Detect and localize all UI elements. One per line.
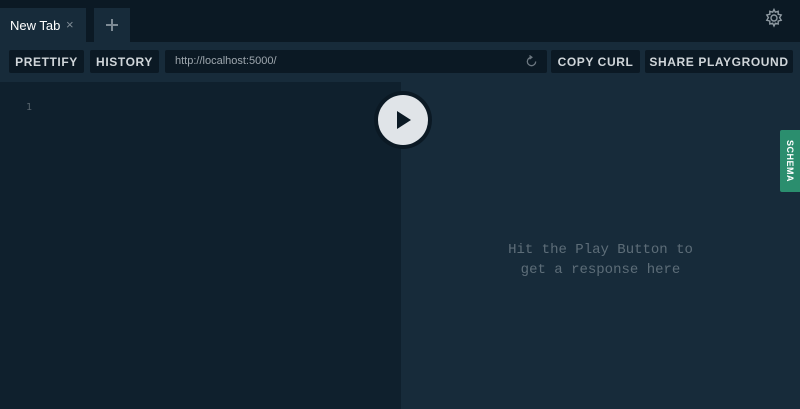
schema-tab[interactable]: SCHEMA xyxy=(780,130,800,192)
tab-new-tab[interactable]: New Tab × xyxy=(0,8,86,42)
play-button-face xyxy=(378,95,428,145)
add-tab-button[interactable] xyxy=(94,8,130,42)
share-playground-button[interactable]: SHARE PLAYGROUND xyxy=(645,50,793,73)
tab-bar: New Tab × xyxy=(0,0,800,42)
reload-icon[interactable] xyxy=(525,55,538,68)
play-icon xyxy=(397,111,411,129)
copy-curl-button[interactable]: COPY CURL xyxy=(551,50,640,73)
schema-tab-label: SCHEMA xyxy=(785,139,795,182)
settings-button[interactable] xyxy=(764,7,784,28)
url-value: http://localhost:5000/ xyxy=(175,55,277,67)
line-number: 1 xyxy=(26,102,33,113)
result-placeholder-line-2: get a response here xyxy=(520,262,681,278)
prettify-button[interactable]: PRETTIFY xyxy=(9,50,84,73)
url-input[interactable]: http://localhost:5000/ xyxy=(165,50,547,73)
history-button[interactable]: HISTORY xyxy=(90,50,159,73)
close-icon[interactable]: × xyxy=(66,17,74,33)
play-button[interactable] xyxy=(374,91,432,149)
tab-title: New Tab xyxy=(10,17,61,33)
gear-icon xyxy=(765,7,783,28)
query-editor[interactable]: 1 xyxy=(0,82,401,409)
plus-icon xyxy=(106,19,118,31)
result-panel: Hit the Play Button to get a response he… xyxy=(401,82,800,409)
result-placeholder: Hit the Play Button to get a response he… xyxy=(401,240,800,280)
result-placeholder-line-1: Hit the Play Button to xyxy=(508,242,693,258)
toolbar: PRETTIFY HISTORY http://localhost:5000/ … xyxy=(0,42,800,82)
